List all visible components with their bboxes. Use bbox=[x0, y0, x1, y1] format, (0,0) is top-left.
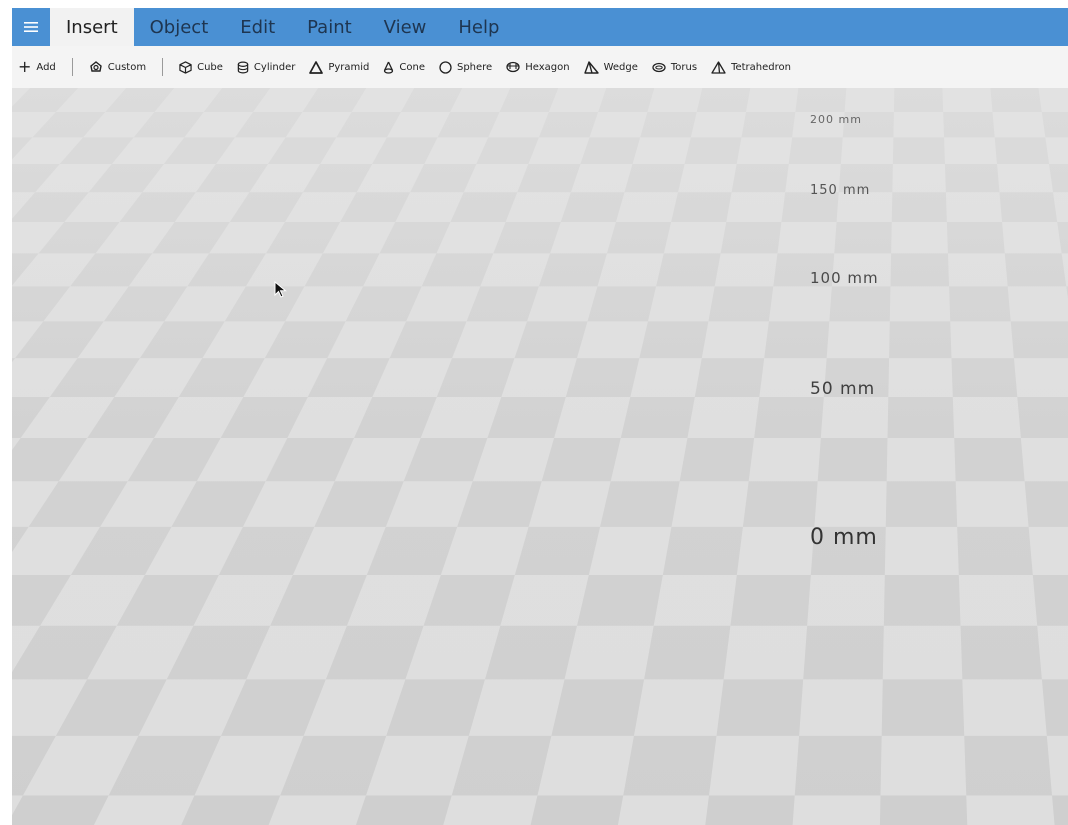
hexagon-label: Hexagon bbox=[525, 61, 570, 73]
pyramid-label: Pyramid bbox=[328, 61, 370, 73]
custom-label: Custom bbox=[107, 61, 147, 73]
cube-label: Cube bbox=[197, 61, 223, 73]
tab-edit[interactable]: Edit bbox=[224, 8, 291, 46]
menu-bar: Insert Object Edit Paint View Help bbox=[12, 8, 1068, 46]
cube-button[interactable]: Cube bbox=[172, 52, 230, 82]
wedge-label: Wedge bbox=[603, 61, 638, 73]
sphere-icon bbox=[439, 60, 452, 74]
workspace-grid bbox=[12, 88, 1068, 825]
sphere-button[interactable]: Sphere bbox=[432, 52, 499, 82]
add-button[interactable]: + Add bbox=[12, 52, 63, 82]
sphere-label: Sphere bbox=[456, 61, 493, 73]
toolbar-separator bbox=[162, 58, 164, 76]
plus-icon: + bbox=[18, 57, 32, 76]
tetrahedron-button[interactable]: Tetrahedron bbox=[704, 52, 798, 82]
cylinder-icon bbox=[237, 61, 249, 73]
cone-button[interactable]: Cone bbox=[376, 52, 432, 82]
wedge-button[interactable]: Wedge bbox=[577, 52, 645, 82]
cone-icon bbox=[384, 61, 394, 74]
custom-button[interactable]: Custom bbox=[82, 52, 153, 82]
tetrahedron-label: Tetrahedron bbox=[731, 61, 791, 73]
pyramid-icon bbox=[309, 60, 324, 74]
tab-paint[interactable]: Paint bbox=[291, 8, 368, 46]
app-window: Insert Object Edit Paint View Help + Add… bbox=[12, 8, 1068, 825]
ruler-label-200mm: 200 mm bbox=[810, 113, 862, 126]
torus-icon bbox=[652, 62, 666, 72]
cube-icon bbox=[179, 60, 192, 74]
add-label: Add bbox=[36, 61, 56, 73]
tab-insert[interactable]: Insert bbox=[50, 8, 134, 46]
ruler-label-100mm: 100 mm bbox=[810, 269, 879, 287]
ruler-label-150mm: 150 mm bbox=[810, 183, 871, 198]
wedge-icon bbox=[583, 60, 599, 74]
ruler-label-0mm: 0 mm bbox=[810, 525, 878, 550]
cylinder-button[interactable]: Cylinder bbox=[230, 52, 302, 82]
tab-help[interactable]: Help bbox=[442, 8, 515, 46]
pyramid-button[interactable]: Pyramid bbox=[302, 52, 376, 82]
torus-label: Torus bbox=[670, 61, 698, 73]
tab-object[interactable]: Object bbox=[134, 8, 225, 46]
ruler-label-50mm: 50 mm bbox=[810, 379, 876, 399]
hamburger-menu-icon[interactable] bbox=[12, 8, 50, 46]
cone-label: Cone bbox=[399, 61, 425, 73]
insert-toolbar: + Add Custom Cube Cylinder Pyramid Cone … bbox=[12, 46, 1068, 88]
torus-button[interactable]: Torus bbox=[645, 52, 704, 82]
mouse-cursor-icon bbox=[274, 281, 287, 298]
tab-view[interactable]: View bbox=[368, 8, 443, 46]
hexagon-button[interactable]: Hexagon bbox=[499, 52, 576, 82]
hexagon-icon bbox=[506, 61, 520, 73]
toolbar-separator bbox=[71, 58, 73, 76]
cylinder-label: Cylinder bbox=[253, 61, 296, 73]
custom-shapes-icon bbox=[90, 61, 102, 72]
3d-viewport[interactable]: 200 mm 150 mm 100 mm 50 mm 0 mm bbox=[12, 88, 1068, 825]
tetrahedron-icon bbox=[711, 60, 726, 74]
